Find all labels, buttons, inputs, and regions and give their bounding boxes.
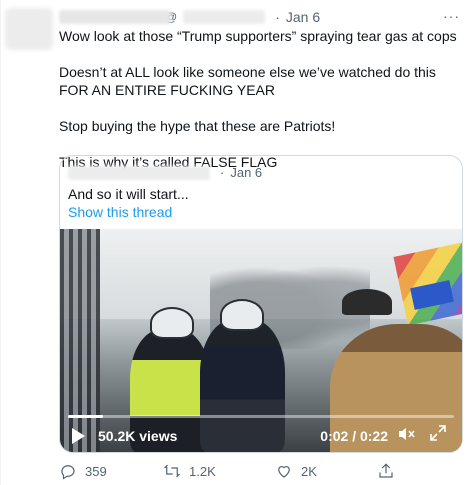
video-frame-cap (342, 289, 392, 315)
quoted-tweet[interactable]: · Jan 6 And so it will start... Show thi… (59, 155, 463, 453)
retweet-icon (163, 464, 181, 478)
tweet-paragraph: Wow look at those “Trump supporters” spr… (59, 28, 457, 44)
tweet-paragraph: Doesn’t at ALL look like someone else we… (59, 64, 436, 98)
video-controls: 50.2K views 0:02 / 0:22 (60, 419, 462, 452)
reply-count: 359 (85, 463, 107, 479)
reply-icon (61, 465, 75, 480)
video-progress-bar[interactable] (68, 415, 454, 418)
reply-button[interactable]: 359 (59, 462, 107, 480)
speaker-muted-icon[interactable] (398, 426, 416, 446)
tweet-actions: 359 1.2K 2K (59, 461, 439, 481)
share-button[interactable] (377, 462, 395, 480)
expand-icon[interactable] (430, 425, 446, 445)
video-player[interactable]: 50.2K views 0:02 / 0:22 (60, 229, 462, 452)
quoted-tweet-header: · Jan 6 (68, 165, 262, 180)
separator-dot: · (220, 165, 225, 180)
retweet-button[interactable]: 1.2K (163, 462, 216, 480)
video-frame-helmet (150, 307, 194, 339)
heart-icon (278, 466, 290, 478)
quoted-author-redacted[interactable] (68, 165, 210, 180)
play-icon[interactable] (72, 428, 85, 444)
like-button[interactable]: 2K (275, 462, 317, 480)
share-icon (379, 463, 393, 478)
quoted-tweet-timestamp[interactable]: Jan 6 (230, 165, 262, 180)
more-options-icon[interactable]: ··· (443, 8, 460, 24)
avatar[interactable] (5, 8, 53, 50)
video-views: 50.2K views (98, 428, 178, 444)
handle-redacted[interactable] (183, 10, 266, 24)
tweet[interactable]: @ · Jan 6 ··· Wow look at those “Trump s… (0, 0, 474, 485)
tweet-header: @ · Jan 6 (59, 8, 320, 26)
tweet-paragraph: Stop buying the hype that these are Patr… (59, 118, 336, 134)
retweet-count: 1.2K (189, 463, 216, 479)
video-progress-fill (68, 415, 103, 418)
separator-dot: · (275, 9, 280, 25)
like-count: 2K (301, 463, 317, 479)
show-thread-link[interactable]: Show this thread (68, 204, 172, 220)
quoted-tweet-text: And so it will start... (68, 186, 189, 202)
video-frame-helmet (220, 299, 264, 331)
tweet-timestamp[interactable]: Jan 6 (286, 9, 320, 25)
video-time: 0:02 / 0:22 (320, 428, 388, 444)
display-name-redacted[interactable] (59, 10, 171, 24)
